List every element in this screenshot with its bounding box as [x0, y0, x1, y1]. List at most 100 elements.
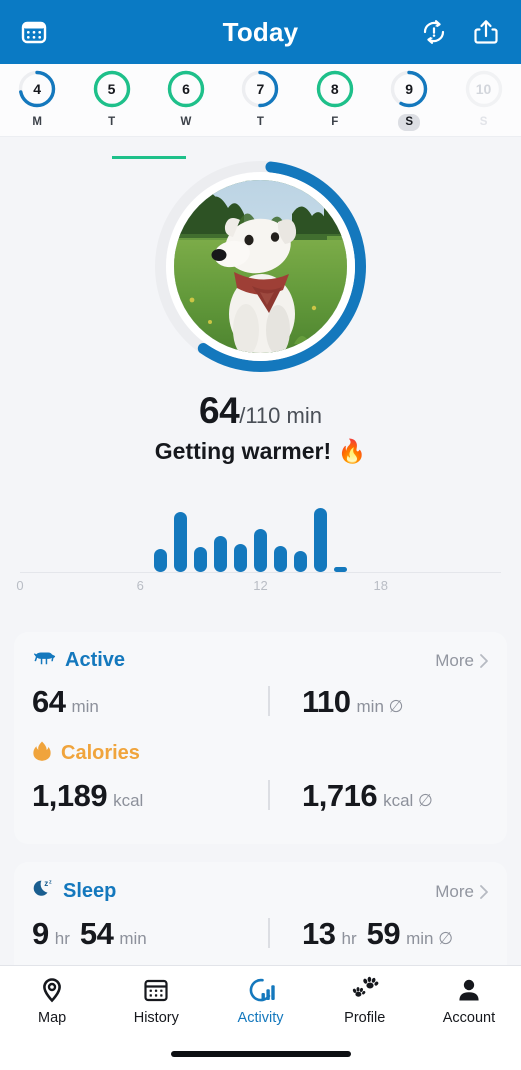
day-weekday-label: S: [398, 114, 420, 131]
chart-bar: [294, 551, 308, 572]
app-header: Today: [0, 0, 521, 64]
active-avg-value: 110: [302, 684, 351, 719]
calories-value: 1,189: [32, 778, 108, 813]
day-weekday-label: F: [331, 116, 339, 128]
tab-label: History: [133, 1010, 179, 1026]
calories-values: 1,189 kcal 1,716 kcal ∅: [32, 778, 489, 814]
svg-text:z: z: [44, 879, 48, 888]
activity-chart-icon: [249, 978, 275, 1002]
person-icon: [459, 979, 479, 1001]
goal-progress-text: 64/110 min: [0, 390, 521, 432]
day-weekday-label: M: [32, 116, 42, 128]
sleep-minutes-value: 54: [79, 916, 114, 951]
active-unit: min: [71, 697, 99, 716]
active-value: 64: [32, 684, 66, 719]
sleep-minutes-unit: min: [119, 929, 147, 948]
sleep-hours-value: 9: [32, 916, 49, 951]
flame-icon: [32, 740, 52, 767]
bottom-tab-bar[interactable]: Map History Activity Profile Account: [0, 965, 521, 1070]
tab-account[interactable]: Account: [417, 976, 521, 1070]
day-weekday-label: T: [256, 116, 264, 128]
map-pin-icon: [43, 978, 61, 1003]
sleep-values: 9 hr 54 min 13 hr 59 min ∅: [32, 916, 489, 952]
chart-tick-label: 0: [16, 578, 24, 593]
tab-label: Account: [442, 1010, 496, 1026]
chart-tick-label: 6: [136, 578, 144, 593]
value-divider: [268, 918, 270, 948]
day-item[interactable]: 8F: [298, 69, 372, 131]
chart-bar: [193, 547, 207, 572]
day-progress-ring: 7: [240, 69, 280, 109]
calories-unit: kcal: [113, 791, 144, 810]
avatar[interactable]: [174, 180, 347, 353]
goal-progress-ring[interactable]: [153, 159, 368, 374]
home-indicator: [170, 1051, 351, 1057]
more-label: More: [435, 650, 474, 670]
dog-photo: [174, 180, 347, 353]
chevron-right-icon: [480, 884, 488, 899]
day-item[interactable]: 7T: [223, 69, 297, 131]
sleep-avg-hours-unit: hr: [341, 929, 357, 948]
sleep-row-header: z z Sleep More: [32, 878, 489, 905]
calendar-icon[interactable]: [20, 18, 48, 46]
sleep-avg-hours-value: 13: [302, 916, 336, 951]
moon-z-icon: z z: [32, 878, 54, 905]
tab-label: Map: [37, 1010, 67, 1026]
value-divider: [268, 686, 270, 716]
hero-section: 64/110 min Getting warmer! 🔥: [0, 137, 521, 465]
active-more-link[interactable]: More: [435, 651, 489, 671]
day-item[interactable]: 9S: [372, 69, 446, 131]
chart-bars: [20, 505, 501, 573]
chart-bar: [334, 567, 348, 572]
sleep-card: z z Sleep More 9 hr 54 min 13 hr 59 min …: [14, 862, 507, 982]
day-selector[interactable]: 4M 5T 6W 7T 8F 9S 10 S: [0, 64, 521, 159]
activity-card: Active More 64 min 110 min ∅ Calories 1,…: [14, 632, 507, 844]
chevron-right-icon: [480, 653, 488, 668]
day-item[interactable]: 10 S: [446, 69, 520, 131]
chart-bar: [233, 543, 247, 572]
tab-map[interactable]: Map: [0, 976, 104, 1070]
day-weekday-label: S: [479, 116, 488, 128]
active-row-header: Active More: [32, 648, 489, 673]
chart-bar: [213, 536, 227, 572]
sleep-avg-minutes-value: 59: [366, 916, 401, 951]
svg-text:z: z: [49, 879, 52, 885]
dog-icon: [32, 648, 56, 673]
chart-bar: [173, 511, 187, 572]
value-divider: [268, 780, 270, 810]
day-progress-ring: 8: [315, 69, 355, 109]
chart-bar: [254, 528, 267, 572]
sleep-hours-unit: hr: [54, 929, 70, 948]
chart-bar: [274, 545, 288, 572]
sleep-title: Sleep: [63, 880, 117, 902]
day-weekday-label: W: [180, 116, 192, 128]
day-progress-ring: 5: [92, 69, 132, 109]
motivation-message: Getting warmer! 🔥: [154, 438, 367, 464]
active-values: 64 min 110 min ∅: [32, 684, 489, 720]
sync-alert-icon[interactable]: [419, 17, 449, 47]
active-minutes-value: 64: [199, 390, 240, 431]
sleep-more-link[interactable]: More: [435, 882, 489, 902]
calories-row-header: Calories: [32, 740, 489, 767]
calories-avg-value: 1,716: [302, 778, 378, 813]
day-item[interactable]: 4M: [0, 69, 74, 131]
active-minutes-goal: /110 min: [239, 403, 322, 428]
more-label: More: [435, 881, 474, 901]
active-avg-unit: min ∅: [356, 697, 404, 716]
chart-tick-label: 12: [253, 578, 268, 593]
paw-prints-icon: [352, 976, 379, 997]
day-weekday-label: T: [108, 116, 116, 128]
day-progress-ring: 4: [17, 69, 57, 109]
tab-label: Profile: [344, 1010, 386, 1026]
hourly-activity-chart: 0 6 12 18: [0, 505, 521, 610]
chart-x-axis: 0 6 12 18: [16, 578, 501, 596]
day-item[interactable]: 5T: [74, 69, 148, 131]
calendar-icon: [144, 979, 168, 1002]
calories-avg-unit: kcal ∅: [383, 791, 433, 810]
tab-label: Activity: [237, 1010, 284, 1026]
day-progress-ring: 6: [166, 69, 206, 109]
day-item[interactable]: 6W: [149, 69, 223, 131]
calories-title: Calories: [61, 742, 140, 764]
share-icon[interactable]: [471, 17, 501, 47]
day-progress-ring: 10: [464, 69, 504, 109]
